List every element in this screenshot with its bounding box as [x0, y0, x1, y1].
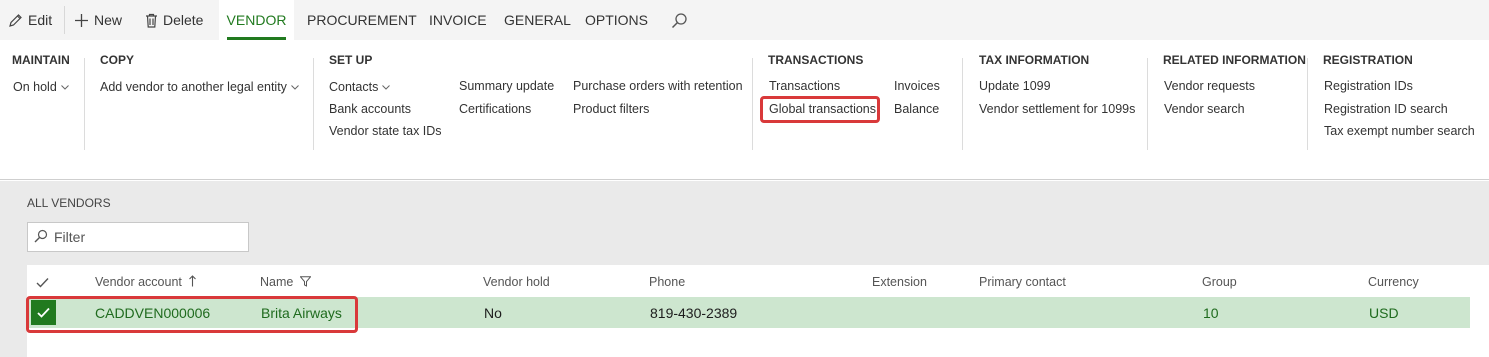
related-information-group-title: RELATED INFORMATION	[1163, 53, 1306, 67]
tab-label: VENDOR	[226, 12, 287, 28]
chevron-down-icon	[291, 79, 299, 93]
setup-group-title: SET UP	[329, 53, 373, 67]
certifications-link[interactable]: Certifications	[459, 102, 531, 116]
delete-label: Delete	[163, 12, 204, 28]
add-vendor-label: Add vendor to another legal entity	[100, 80, 287, 94]
edit-button[interactable]: Edit	[8, 0, 52, 40]
phone-cell: 819-430-2389	[650, 305, 738, 321]
page-title: ALL VENDORS	[27, 196, 111, 210]
ribbon-divider	[1307, 58, 1308, 150]
content-area: ALL VENDORS Vendor account Name	[0, 181, 1489, 357]
currency-cell: USD	[1369, 305, 1399, 321]
column-label: Name	[260, 275, 294, 289]
ribbon-divider	[962, 58, 963, 150]
grid-header: Vendor account Name Vendor hold Phone Ex…	[27, 265, 1489, 297]
tab-label: GENERAL	[504, 12, 571, 28]
vendor-search-link[interactable]: Vendor search	[1164, 102, 1245, 116]
product-filters-link[interactable]: Product filters	[573, 102, 649, 116]
column-header-vendor-hold[interactable]: Vendor hold	[483, 275, 550, 289]
contacts-dropdown[interactable]: Contacts	[329, 79, 391, 94]
tax-exempt-number-search-link[interactable]: Tax exempt number search	[1324, 124, 1475, 138]
maintain-group-title: MAINTAIN	[12, 53, 70, 67]
search-icon	[671, 12, 688, 29]
add-vendor-to-legal-entity-dropdown[interactable]: Add vendor to another legal entity	[100, 79, 299, 94]
filter-input[interactable]	[54, 229, 234, 245]
column-label: Vendor account	[95, 275, 182, 289]
invoices-link[interactable]: Invoices	[894, 79, 940, 93]
toolbar-divider	[64, 6, 65, 34]
vendor-state-tax-ids-link[interactable]: Vendor state tax IDs	[329, 124, 442, 138]
row-checkbox[interactable]	[31, 300, 56, 325]
registration-group-title: REGISTRATION	[1323, 53, 1413, 67]
update-1099-link[interactable]: Update 1099	[979, 79, 1051, 93]
ribbon-divider	[84, 58, 85, 150]
delete-button[interactable]: Delete	[145, 0, 203, 40]
registration-id-search-link[interactable]: Registration ID search	[1324, 102, 1448, 116]
bank-accounts-link[interactable]: Bank accounts	[329, 102, 411, 116]
column-header-group[interactable]: Group	[1202, 275, 1237, 289]
search-button[interactable]	[671, 0, 693, 40]
registration-ids-link[interactable]: Registration IDs	[1324, 79, 1413, 93]
ribbon-panel: MAINTAIN On hold COPY Add vendor to anot…	[0, 40, 1489, 180]
column-header-currency[interactable]: Currency	[1368, 275, 1419, 289]
tab-invoice[interactable]: INVOICE	[429, 0, 487, 40]
tab-label: INVOICE	[429, 12, 487, 28]
tab-vendor[interactable]: VENDOR	[219, 0, 294, 40]
copy-group-title: COPY	[100, 53, 135, 67]
tab-options[interactable]: OPTIONS	[585, 0, 648, 40]
column-header-vendor-account[interactable]: Vendor account	[95, 275, 197, 290]
vendor-name-cell[interactable]: Brita Airways	[261, 305, 342, 321]
column-header-phone[interactable]: Phone	[649, 275, 685, 289]
plus-icon	[74, 13, 89, 28]
new-label: New	[94, 12, 123, 28]
chevron-down-icon	[60, 79, 69, 93]
action-bar: Edit New Delete VENDOR PROCUREMENT INVOI…	[0, 0, 1489, 40]
new-button[interactable]: New	[74, 0, 122, 40]
column-header-primary-contact[interactable]: Primary contact	[979, 275, 1066, 289]
column-header-extension[interactable]: Extension	[872, 275, 927, 289]
pencil-icon	[8, 13, 23, 28]
search-icon	[34, 229, 48, 246]
select-all-checkmark-icon[interactable]	[36, 276, 49, 291]
transactions-group-title: TRANSACTIONS	[768, 53, 864, 67]
transactions-link[interactable]: Transactions	[769, 79, 840, 93]
edit-label: Edit	[28, 12, 53, 28]
chevron-down-icon	[382, 79, 391, 93]
trash-icon	[145, 13, 158, 28]
column-header-name[interactable]: Name	[260, 275, 312, 290]
tab-procurement[interactable]: PROCUREMENT	[307, 0, 417, 40]
sort-ascending-icon	[189, 275, 197, 290]
global-transactions-link[interactable]: Global transactions	[769, 102, 876, 116]
tax-information-group-title: TAX INFORMATION	[979, 53, 1090, 67]
summary-update-link[interactable]: Summary update	[459, 79, 554, 93]
ribbon-divider	[1147, 58, 1148, 150]
vendor-account-cell[interactable]: CADDVEN000006	[95, 305, 210, 321]
vendor-requests-link[interactable]: Vendor requests	[1164, 79, 1255, 93]
vendor-grid: Vendor account Name Vendor hold Phone Ex…	[27, 265, 1489, 357]
balance-link[interactable]: Balance	[894, 102, 939, 116]
filter-box	[27, 222, 249, 252]
on-hold-label: On hold	[13, 80, 57, 94]
vendor-hold-cell: No	[484, 305, 502, 321]
group-cell: 10	[1203, 305, 1219, 321]
tab-general[interactable]: GENERAL	[504, 0, 571, 40]
checkmark-icon	[37, 307, 50, 318]
contacts-label: Contacts	[329, 80, 379, 94]
tab-label: PROCUREMENT	[307, 12, 417, 28]
vendor-settlement-1099s-link[interactable]: Vendor settlement for 1099s	[979, 102, 1135, 116]
filter-funnel-icon	[299, 276, 312, 290]
ribbon-divider	[752, 58, 753, 150]
purchase-orders-retention-link[interactable]: Purchase orders with retention	[573, 79, 743, 93]
on-hold-dropdown[interactable]: On hold	[13, 79, 69, 94]
table-row[interactable]: CADDVEN000006 Brita Airways No 819-430-2…	[27, 297, 1470, 328]
ribbon-divider	[313, 58, 314, 150]
tab-label: OPTIONS	[585, 12, 649, 28]
